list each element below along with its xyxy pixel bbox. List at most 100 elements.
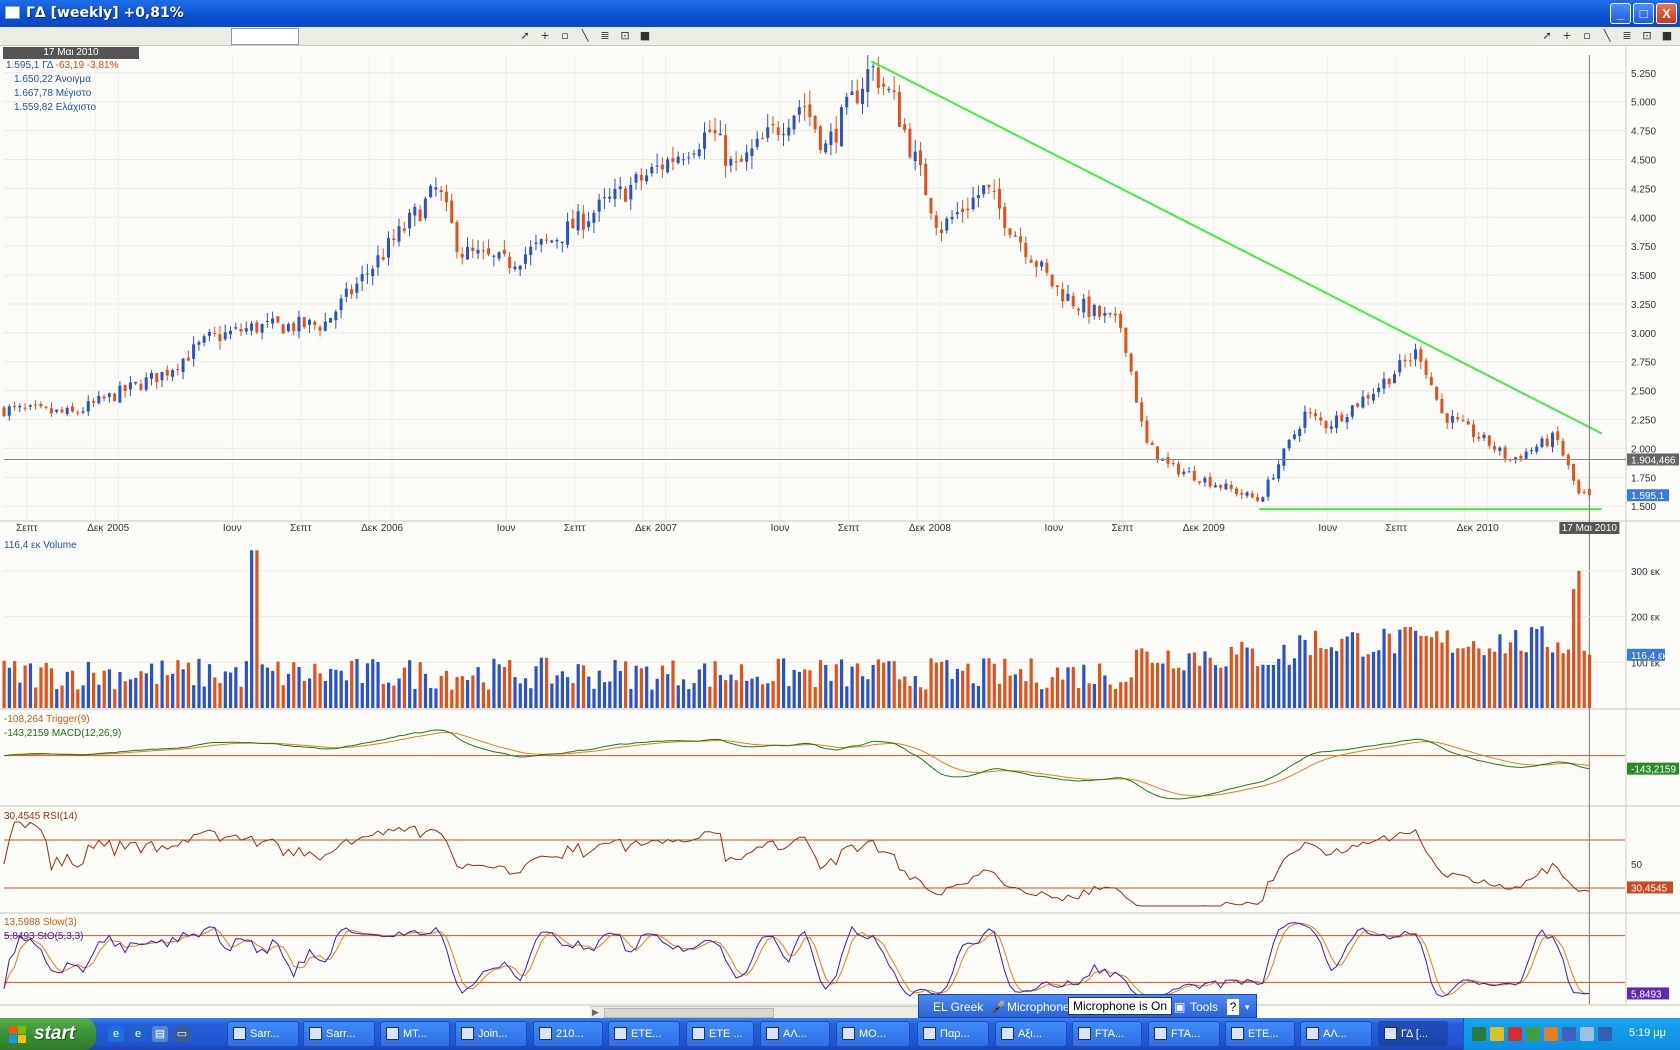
bluetooth-icon[interactable] <box>1598 1027 1612 1041</box>
candle-body <box>1398 360 1402 373</box>
network-icon[interactable] <box>1472 1027 1486 1041</box>
candle-body <box>1408 360 1412 362</box>
candle-body <box>192 344 196 359</box>
scrollbar-thumb[interactable] <box>604 1008 774 1018</box>
list-icon[interactable]: ≣ <box>1620 29 1634 43</box>
display-icon[interactable] <box>1580 1027 1594 1041</box>
volume-bar <box>265 667 270 708</box>
volume-bar <box>234 667 238 708</box>
close-button[interactable]: X <box>1656 3 1677 24</box>
list-icon[interactable]: ≣ <box>598 29 612 43</box>
price-and-indicator-chart[interactable]: 5.250 5.000 4.750 4.500 4.250 4.000 3.750 3.500… <box>0 46 1680 1012</box>
volume-bar <box>481 682 485 708</box>
taskbar-button[interactable]: Αξι... <box>995 1021 1067 1047</box>
chart-area[interactable]: 5.250 5.000 4.750 4.500 4.250 4.000 3.750 3.500… <box>0 46 1680 1012</box>
volume-bar <box>739 664 744 708</box>
taskbar-button[interactable]: ETE... <box>1225 1021 1295 1047</box>
volume-bar <box>1087 683 1091 708</box>
rectangle-icon[interactable]: ▫ <box>558 29 572 43</box>
scroll-left-icon[interactable]: ▶ <box>592 1007 599 1018</box>
antivirus-icon[interactable] <box>1508 1027 1522 1041</box>
task-label: ΜΟ... <box>859 1028 886 1040</box>
taskbar-button[interactable]: Sarr... <box>227 1021 299 1047</box>
taskbar-button[interactable]: ETE ... <box>686 1021 754 1047</box>
volume-tray-icon[interactable] <box>1544 1027 1558 1041</box>
window-titlebar[interactable]: ΓΔ [weekly] +0,81% _ □ X <box>0 0 1680 27</box>
candle-body <box>1113 313 1117 316</box>
task-label: FTA... <box>1095 1028 1125 1040</box>
show-desktop-icon[interactable]: ▭ <box>174 1026 190 1042</box>
minimize-button[interactable]: _ <box>1610 3 1631 24</box>
volume-bar <box>355 659 359 708</box>
candle-body <box>76 412 80 414</box>
taskbar-button[interactable]: FTA... <box>1072 1021 1142 1047</box>
candle-body <box>518 265 522 270</box>
volume-bar <box>961 670 965 708</box>
taskbar-button[interactable]: Sarr... <box>303 1021 375 1047</box>
microphone-button[interactable]: Microphone <box>1007 999 1070 1015</box>
langbar-options-icon[interactable]: ▾ <box>1245 999 1250 1015</box>
save-icon[interactable]: ■ <box>1660 29 1674 43</box>
chart-icon[interactable]: ⊡ <box>618 29 632 43</box>
taskbar-button[interactable]: ΑΛ... <box>1300 1021 1372 1047</box>
info-price: 1.595,1 ΓΔ <box>6 60 53 71</box>
help-button[interactable]: ? <box>1227 999 1239 1015</box>
pointer-icon[interactable]: ➚ <box>1540 29 1554 43</box>
candle-body <box>1271 478 1275 480</box>
taskbar-button[interactable]: Παρ... <box>917 1021 989 1047</box>
candle-body <box>624 188 628 202</box>
candle-body <box>487 248 491 255</box>
line-icon[interactable]: ╲ <box>578 29 592 43</box>
candle-body <box>1029 259 1033 263</box>
save-icon[interactable]: ■ <box>638 29 652 43</box>
rectangle-icon[interactable]: ▫ <box>1580 29 1594 43</box>
taskbar-button[interactable]: Join... <box>455 1021 527 1047</box>
volume-bar <box>1498 634 1502 708</box>
taskbar-button[interactable]: ETE... <box>608 1021 680 1047</box>
candle-body <box>228 330 232 335</box>
volume-bar <box>1182 670 1186 708</box>
symbol-input[interactable] <box>231 28 299 45</box>
tools-icon[interactable]: ▣ <box>1174 999 1185 1015</box>
volume-bar <box>1003 658 1007 708</box>
security-icon[interactable] <box>1490 1027 1504 1041</box>
taskbar-button[interactable]: MT... <box>380 1021 450 1047</box>
language-selector[interactable]: EL Greek <box>933 999 983 1015</box>
taskbar-button[interactable]: ΑΛ... <box>760 1021 830 1047</box>
language-tray-icon[interactable] <box>1562 1027 1576 1041</box>
candle-body <box>1087 296 1091 318</box>
taskbar-button[interactable]: ΓΔ [... <box>1378 1021 1448 1047</box>
volume-bar <box>834 664 838 708</box>
start-button[interactable]: start <box>0 1018 96 1050</box>
crosshair-icon[interactable]: + <box>1560 29 1574 43</box>
volume-bar <box>1171 668 1175 708</box>
taskbar-button[interactable]: FTA... <box>1148 1021 1220 1047</box>
horizontal-line-value: 1.904,466 <box>1631 455 1676 466</box>
volume-bar <box>60 685 64 708</box>
volume-bar <box>518 683 522 708</box>
candle-body <box>681 159 685 161</box>
line-icon[interactable]: ╲ <box>1600 29 1614 43</box>
internet-explorer-icon[interactable]: e <box>108 1026 124 1042</box>
candle-body <box>102 396 106 399</box>
tools-button[interactable]: Tools <box>1190 999 1218 1015</box>
chart-icon[interactable]: ⊡ <box>1640 29 1654 43</box>
taskbar-button[interactable]: ΜΟ... <box>836 1021 910 1047</box>
media-icon[interactable]: ▤ <box>152 1026 168 1042</box>
volume-bar <box>207 664 212 708</box>
browser-icon[interactable]: e <box>130 1026 146 1042</box>
microphone-icon[interactable]: 🎤 <box>991 999 1006 1015</box>
candle-body <box>1092 304 1096 317</box>
crosshair-icon[interactable]: + <box>538 29 552 43</box>
maximize-button[interactable]: □ <box>1633 3 1654 24</box>
volume-bar <box>650 689 654 708</box>
candle-body <box>1303 411 1307 428</box>
pane-background <box>0 712 1680 805</box>
candle-body <box>281 324 285 334</box>
update-icon[interactable] <box>1526 1027 1540 1041</box>
pointer-icon[interactable]: ➚ <box>518 29 532 43</box>
task-app-icon <box>1001 1027 1014 1040</box>
volume-bar <box>160 660 164 708</box>
candle-body <box>139 384 143 390</box>
taskbar-button[interactable]: 210... <box>533 1021 603 1047</box>
